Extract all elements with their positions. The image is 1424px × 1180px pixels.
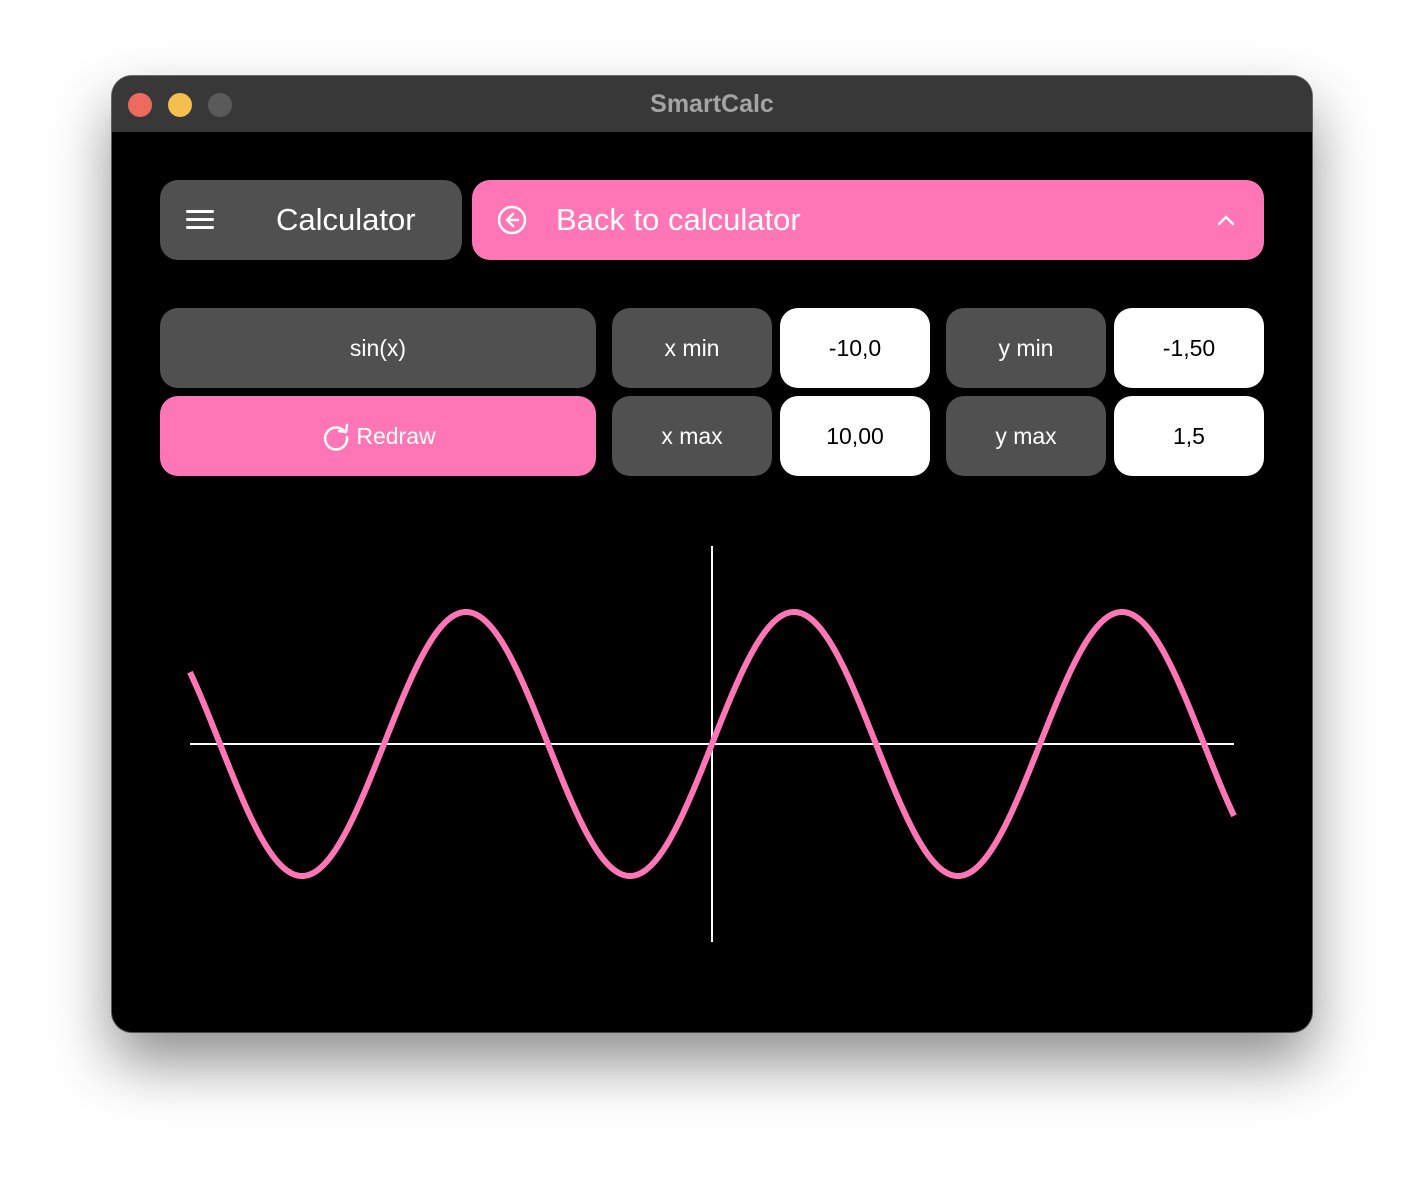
app-window: SmartCalc Calculator Back to calculator …	[112, 76, 1312, 1032]
function-graph[interactable]	[112, 76, 1312, 1032]
